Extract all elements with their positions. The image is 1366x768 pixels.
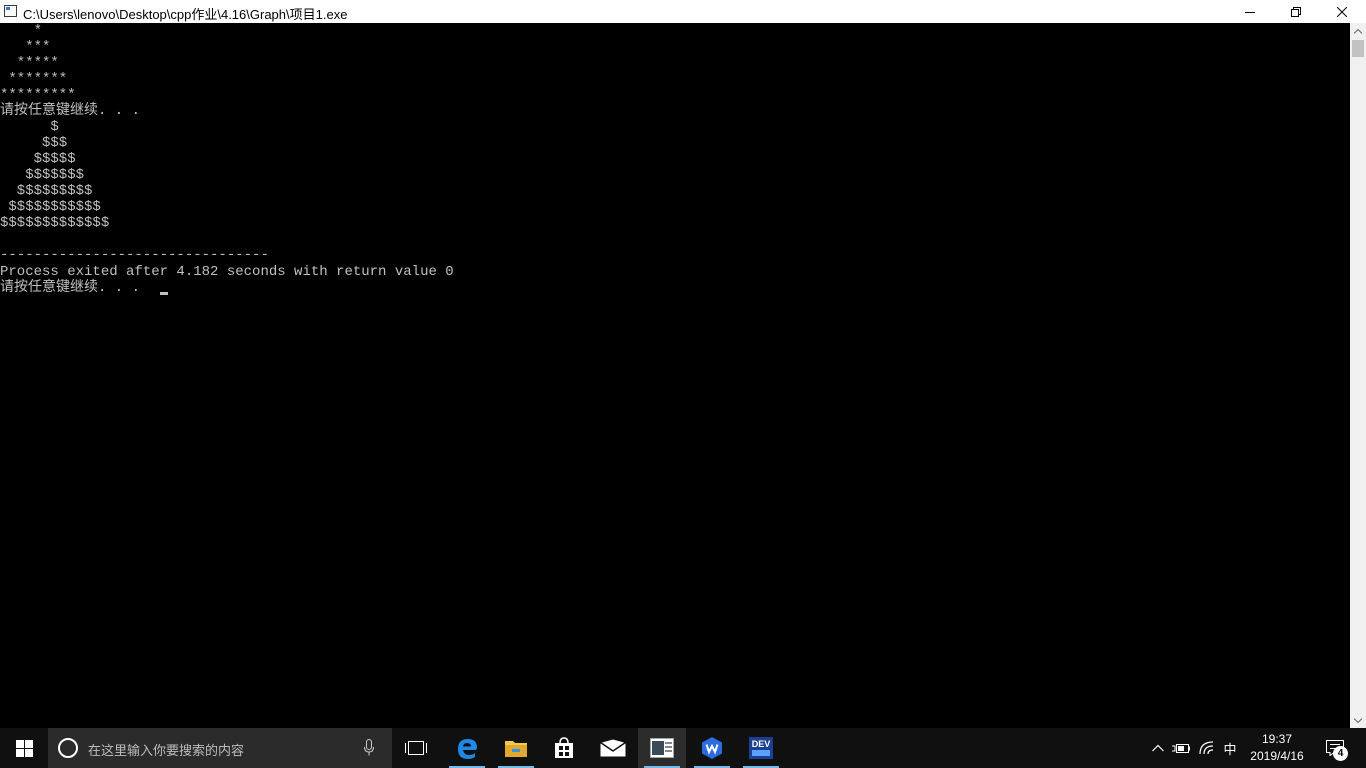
- mail-icon: [600, 739, 626, 757]
- taskbar-clock[interactable]: 19:37 2019/4/16: [1240, 731, 1314, 765]
- console-line: $$$$$$$: [0, 167, 85, 183]
- minimize-button[interactable]: [1227, 0, 1273, 23]
- process-exit-message: Process exited after 4.182 seconds with …: [0, 264, 454, 280]
- scroll-up-arrow-icon[interactable]: [1350, 23, 1366, 39]
- taskbar-app-mail[interactable]: [589, 728, 637, 768]
- scroll-down-arrow-icon[interactable]: [1350, 712, 1366, 728]
- microphone-icon[interactable]: [364, 739, 374, 756]
- console-line: *****: [0, 55, 59, 71]
- start-button[interactable]: [0, 728, 48, 768]
- console-app-icon[interactable]: [4, 5, 17, 17]
- wps-office-icon: [702, 737, 722, 759]
- console-line: 请按任意键继续. . .: [0, 103, 141, 119]
- taskbar-app-store[interactable]: [540, 728, 588, 768]
- folder-icon: [505, 741, 527, 757]
- clock-time: 19:37: [1261, 732, 1293, 746]
- taskbar-app-edge[interactable]: [443, 728, 491, 768]
- console-line: *******: [0, 71, 68, 87]
- notification-count-badge: 4: [1333, 746, 1348, 761]
- window-title: C:\Users\lenovo\Desktop\cpp作业\4.16\Graph…: [23, 7, 348, 22]
- console-line: $$$$$$$$$$$: [0, 199, 101, 215]
- battery-plug-icon: [1172, 744, 1190, 753]
- dev-label: DEV: [752, 739, 771, 749]
- text-cursor: [160, 292, 168, 295]
- restore-button[interactable]: [1273, 0, 1319, 23]
- cortana-icon[interactable]: [58, 738, 78, 758]
- edge-icon: [458, 739, 477, 759]
- battery-tray-icon[interactable]: [1170, 728, 1192, 768]
- show-hidden-icons-button[interactable]: [1148, 728, 1168, 768]
- restore-icon: [1291, 6, 1301, 17]
- taskbar-app-console[interactable]: [638, 728, 686, 768]
- taskbar-app-file-explorer[interactable]: [492, 728, 540, 768]
- store-icon: [555, 737, 573, 758]
- wifi-icon: [1199, 741, 1214, 755]
- vertical-scrollbar[interactable]: [1350, 23, 1366, 728]
- console-line: *********: [0, 87, 76, 103]
- press-any-key-prompt: 请按任意键继续. . .: [0, 280, 141, 296]
- dev-cpp-icon: DEV: [749, 737, 773, 759]
- taskbar-app-devcpp[interactable]: DEV: [737, 728, 785, 768]
- scrollbar-thumb[interactable]: [1352, 40, 1364, 57]
- console-line: ***: [0, 39, 51, 55]
- search-placeholder: 在这里输入你要搜索的内容: [88, 743, 245, 758]
- windows-logo-icon: [15, 739, 33, 757]
- task-view-icon: [405, 741, 427, 755]
- console-line: $$$$$: [0, 151, 76, 167]
- taskbar-app-wps[interactable]: [688, 728, 736, 768]
- console-line: *: [0, 23, 43, 39]
- clock-date: 2019/4/16: [1250, 749, 1304, 763]
- console-separator: --------------------------------: [0, 247, 269, 263]
- taskbar-search-box[interactable]: 在这里输入你要搜索的内容: [48, 728, 392, 768]
- title-bar[interactable]: C:\Users\lenovo\Desktop\cpp作业\4.16\Graph…: [0, 0, 1366, 23]
- console-line: $$$$$$$$$: [0, 183, 93, 199]
- wifi-tray-icon[interactable]: [1196, 728, 1218, 768]
- console-output[interactable]: * *** ***** ******* ********* 请按任意键继续. .…: [0, 23, 1350, 728]
- close-icon: [1337, 6, 1347, 17]
- minimize-icon: [1245, 11, 1255, 13]
- console-window-icon: [650, 738, 674, 758]
- close-button[interactable]: [1319, 0, 1365, 23]
- console-line: $$$: [0, 135, 68, 151]
- input-method-indicator[interactable]: 中: [1219, 728, 1241, 768]
- taskbar: 在这里输入你要搜索的内容 DEV 中 19:37 2019/4/16 4: [0, 728, 1366, 768]
- console-line: $$$$$$$$$$$$$: [0, 215, 110, 231]
- task-view-button[interactable]: [392, 728, 440, 768]
- console-line: $: [0, 119, 59, 135]
- chevron-up-icon: [1152, 744, 1164, 752]
